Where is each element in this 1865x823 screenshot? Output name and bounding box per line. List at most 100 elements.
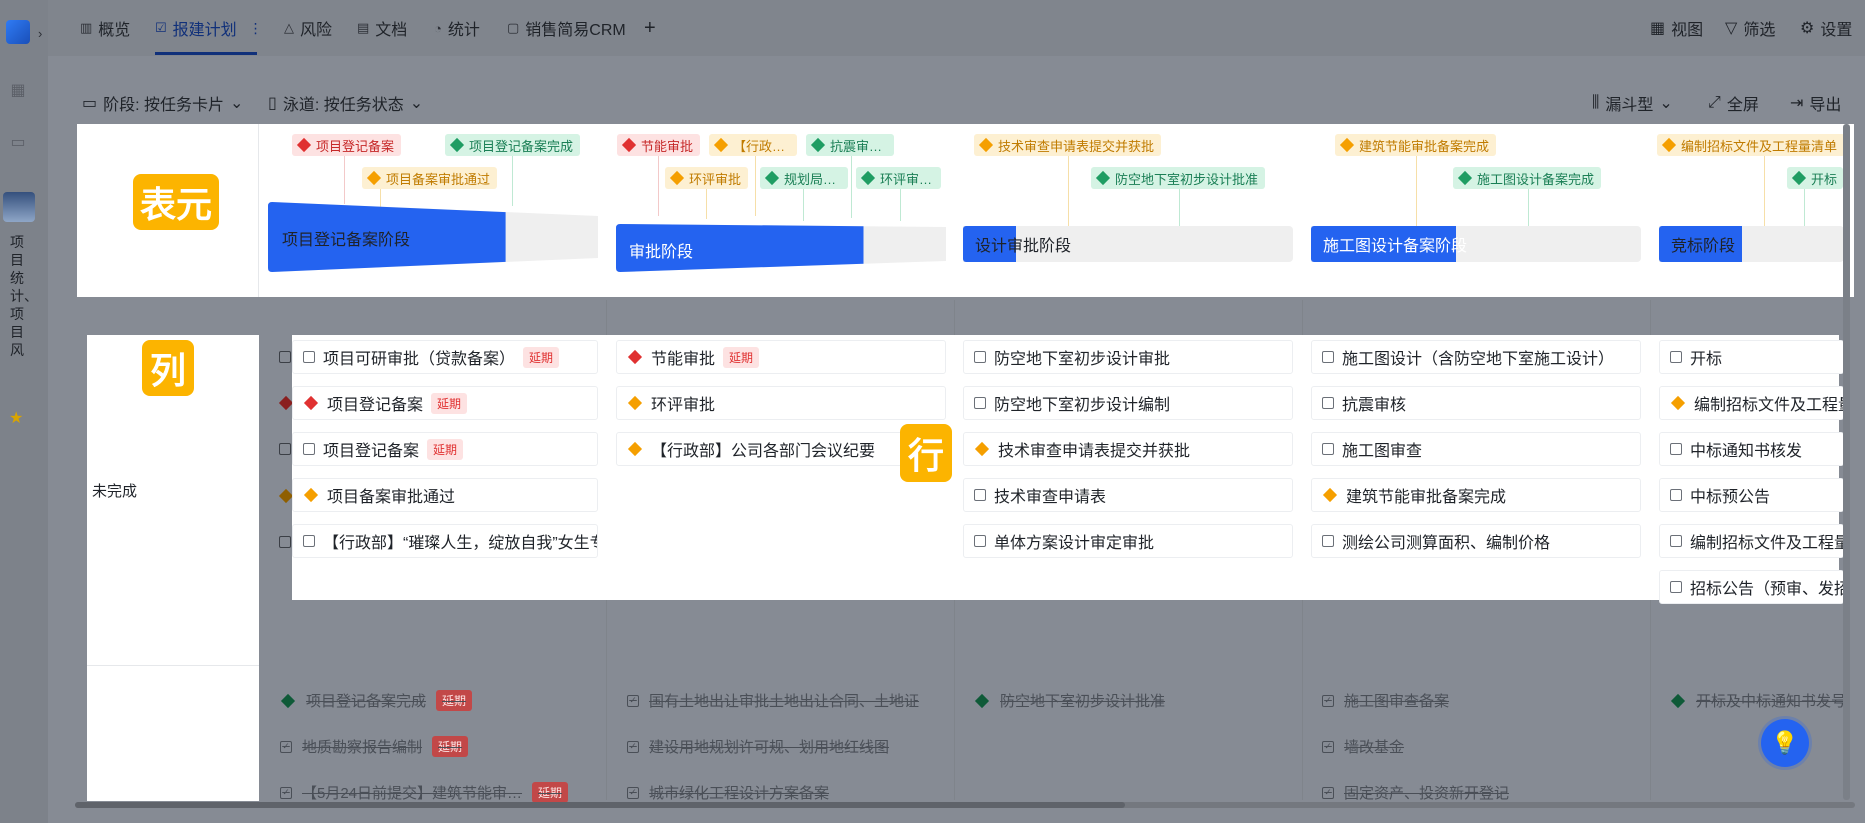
checkbox-icon[interactable] [1670,351,1682,363]
task-card[interactable]: 项目备案审批通过 [292,478,598,512]
task-card[interactable]: 中标预公告 [1659,478,1844,512]
checkbox-icon[interactable] [974,535,986,547]
milestone-tag[interactable]: 项目登记备案 [292,134,402,156]
task-card[interactable]: 环评审批 [616,386,946,420]
checkbox-icon[interactable] [1322,351,1334,363]
more-icon[interactable]: ⋮ [249,20,263,37]
stage-bar[interactable]: 施工图设计备案阶段 [1311,226,1641,262]
milestone-tag[interactable]: 节能审批 [617,134,701,156]
tab-build-plan[interactable]: ☑ 报建计划 ⋮ [155,16,263,40]
folder-icon[interactable]: ▭ [8,132,28,152]
task-card[interactable]: 技术审查申请表提交并获批 [963,432,1293,466]
milestone-tag[interactable]: 开标 [1787,167,1843,189]
help-bulb-button[interactable]: 💡 [1761,719,1809,767]
checkbox-icon[interactable] [279,443,291,455]
checkbox-icon[interactable] [974,397,986,409]
lane-mode-select[interactable]: ▯ 泳道: 按任务状态 ⌄ [268,92,423,114]
milestone-tag[interactable]: 环评审批 [665,167,749,189]
star-icon[interactable]: ★ [9,408,23,428]
milestone-tag[interactable]: 施工图设计备案完成 [1453,167,1602,189]
task-card[interactable]: 中标通知书核发 [1659,432,1844,466]
task-card[interactable]: 施工图审查 [1311,432,1641,466]
task-card[interactable]: 技术审查申请表 [963,478,1293,512]
task-card[interactable]: 【行政部】“璀璨人生，绽放自我”女生专… [292,524,598,558]
horizontal-scrollbar-thumb[interactable] [75,802,1125,808]
completed-task[interactable]: ✓ 城市绿化工程设计方案备案 [627,782,829,803]
milestone-tag[interactable]: 项目登记备案完成 [445,134,581,156]
milestone-tag[interactable]: 建筑节能审批备案完成 [1335,134,1497,156]
add-tab-button[interactable]: + [644,16,656,40]
completed-task[interactable]: ✓ 地质勘察报告编制 延期 [280,736,469,757]
task-card[interactable]: 单体方案设计审定审批 [963,524,1293,558]
completed-task[interactable]: ✓ 墙改基金 [1322,736,1404,757]
completed-task[interactable]: ✓ 固定资产、投资新开登记 [1322,782,1509,803]
completed-task[interactable]: ✓ 国有土地出让审批土地出让合同、土地证 [627,690,919,711]
view-button[interactable]: ▦ 视图 [1650,16,1703,40]
rail-project-label[interactable]: 项目统计、项目风 [10,233,38,359]
milestone-tag[interactable]: 环评审… [856,167,941,189]
checkbox-icon[interactable] [974,351,986,363]
completed-task[interactable]: 开标及中标通知书发号 [1670,690,1846,711]
milestone-tag[interactable]: 【行政… [709,134,797,156]
checkbox-icon[interactable] [279,351,291,363]
stage-bar[interactable]: 项目登记备案阶段 [268,202,598,272]
checkbox-icon[interactable] [279,536,291,548]
stage-mode-select[interactable]: ▭ 阶段: 按任务卡片 ⌄ [82,92,243,114]
tab-overview[interactable]: ▥ 概览 [80,16,130,40]
checkbox-icon[interactable] [1670,581,1682,593]
completed-task[interactable]: 项目登记备案完成 延期 [280,690,473,711]
task-card[interactable]: 项目登记备案 延期 [292,386,598,420]
milestone-tag[interactable]: 防空地下室初步设计批准 [1091,167,1266,189]
completed-task[interactable]: ✓ 【5月24日前提交】建筑节能审… 延期 [280,782,569,803]
checkbox-icon[interactable] [303,443,315,455]
task-card[interactable]: 防空地下室初步设计编制 [963,386,1293,420]
checkbox-icon[interactable] [1670,535,1682,547]
stage-bar[interactable]: 竞标阶段 [1659,226,1844,262]
milestone-tag[interactable]: 项目备案审批通过 [362,167,498,189]
task-card[interactable]: 抗震审核 [1311,386,1641,420]
chevron-right-icon[interactable]: › [38,26,42,41]
task-card[interactable]: 开标 [1659,340,1844,374]
tab-risk[interactable]: △ 风险 [284,16,332,40]
milestone-tag[interactable]: 技术审查申请表提交并获批 [974,134,1162,156]
vertical-scrollbar[interactable] [1843,124,1850,800]
task-card[interactable]: 防空地下室初步设计审批 [963,340,1293,374]
checkbox-icon[interactable] [1322,535,1334,547]
project-thumbnail[interactable] [3,192,35,222]
task-card[interactable]: 项目可研审批（贷款备案） 延期 [292,340,598,374]
task-card[interactable]: 【行政部】公司各部门会议纪要 [616,432,946,466]
apps-grid-icon[interactable]: ▦ [8,80,28,100]
app-logo-icon[interactable] [6,20,30,44]
checkbox-icon[interactable] [1322,443,1334,455]
tab-docs[interactable]: ▤ 文档 [357,16,407,40]
task-card[interactable]: 节能审批 延期 [616,340,946,374]
settings-button[interactable]: ⚙ 设置 [1800,16,1852,40]
export-button[interactable]: ⇥ 导出 [1790,92,1841,114]
task-card[interactable]: 建筑节能审批备案完成 [1311,478,1641,512]
checkbox-icon[interactable] [303,351,315,363]
checkbox-icon[interactable] [1322,397,1334,409]
checkbox-icon[interactable] [974,489,986,501]
stage-bar[interactable]: 设计审批阶段 [963,226,1293,262]
funnel-select[interactable]: ⫼ 漏斗型 ⌄ [1592,92,1673,114]
completed-task[interactable]: ✓ 建设用地规划许可规、划用地红线图 [627,736,889,757]
checkbox-icon[interactable] [1670,443,1682,455]
milestone-tag[interactable]: 编制招标文件及工程量清单 [1657,134,1845,156]
completed-task[interactable]: 防空地下室初步设计批准 [974,690,1165,711]
checkbox-icon[interactable] [1670,489,1682,501]
task-card[interactable]: 编制招标文件及工程量 [1659,386,1844,420]
checkbox-icon[interactable] [303,535,315,547]
filter-button[interactable]: ▽ 筛选 [1725,16,1775,40]
task-card[interactable]: 编制招标文件及工程量 [1659,524,1844,558]
tab-crm[interactable]: ▢ 销售简易CRM [507,16,626,40]
completed-task[interactable]: ✓ 施工图审查备案 [1322,690,1449,711]
milestone-tag[interactable]: 抗震审… [806,134,894,156]
task-card[interactable]: 施工图设计（含防空地下室施工设计） [1311,340,1641,374]
milestone-tag[interactable]: 规划局… [760,167,848,189]
tab-stats[interactable]: ◔ 统计 [434,16,480,40]
task-card[interactable]: 项目登记备案 延期 [292,432,598,466]
fullscreen-button[interactable]: ⤢ 全屏 [1708,92,1759,114]
stage-bar[interactable]: 审批阶段 [616,224,946,272]
task-card[interactable]: 测绘公司测算面积、编制价格 [1311,524,1641,558]
task-card[interactable]: 招标公告（预审、发招 [1659,570,1844,604]
